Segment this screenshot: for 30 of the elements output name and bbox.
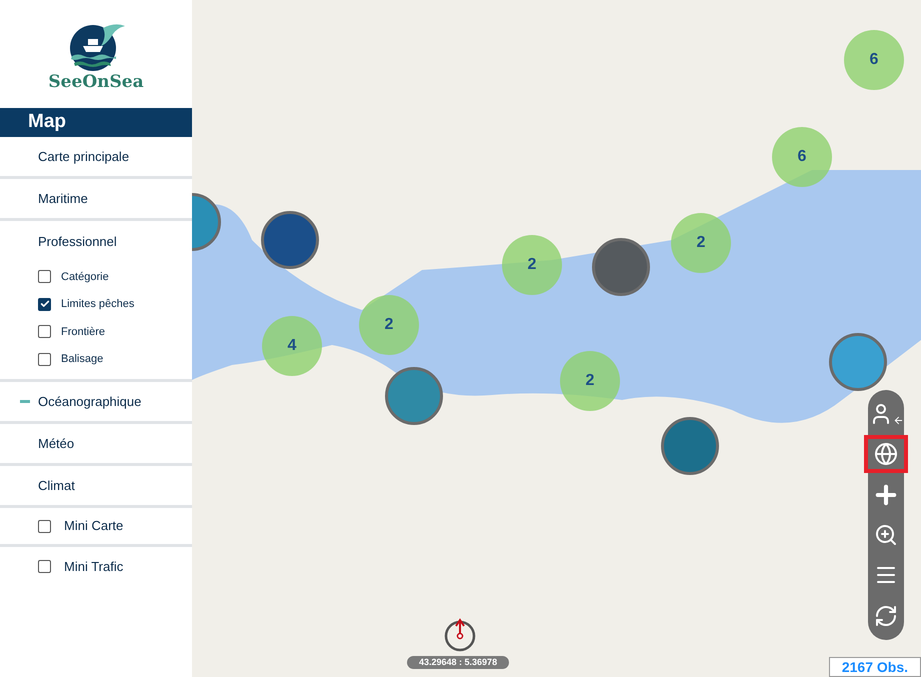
sidebar-item[interactable]: Carte principale [38, 146, 130, 166]
refresh-icon [874, 604, 898, 628]
checkbox[interactable] [38, 325, 51, 338]
cluster-marker[interactable]: 2 [502, 235, 562, 295]
checkbox-label: Mini Carte [64, 517, 124, 536]
globe-icon [874, 442, 898, 466]
sidebar-item[interactable]: Professionnel [38, 232, 117, 252]
checkbox[interactable] [38, 520, 51, 532]
sidebar-item[interactable]: Océanographique [38, 392, 142, 412]
sidebar-title: Map [0, 108, 192, 137]
cluster-marker[interactable]: 6 [844, 30, 904, 90]
observation-count: 2167 Obs. [828, 657, 921, 677]
checkbox-label: Limites pêches [61, 297, 134, 312]
compass-icon [444, 618, 476, 652]
sidebar-item[interactable]: Météo [38, 434, 74, 454]
checkbox-label: Balisage [61, 352, 104, 367]
checkbox-label: Catégorie [61, 270, 109, 284]
cluster-marker[interactable]: 6 [772, 127, 832, 187]
checkbox[interactable] [38, 560, 51, 573]
zoom-icon [874, 523, 898, 548]
checkbox-label: Frontière [61, 324, 106, 340]
checkbox[interactable] [38, 352, 51, 366]
checkbox[interactable] [38, 298, 51, 311]
checkbox-label: Mini Trafic [64, 558, 124, 576]
coordinates-label: 43.29648 : 5.36978 [407, 656, 510, 669]
sidebar-item[interactable]: Maritime [38, 188, 88, 208]
sidebar-item[interactable]: Climat [38, 476, 75, 496]
logo-text: SeeOnSea [48, 72, 144, 94]
toolbar-button[interactable] [864, 435, 908, 474]
checkbox[interactable] [38, 270, 51, 284]
